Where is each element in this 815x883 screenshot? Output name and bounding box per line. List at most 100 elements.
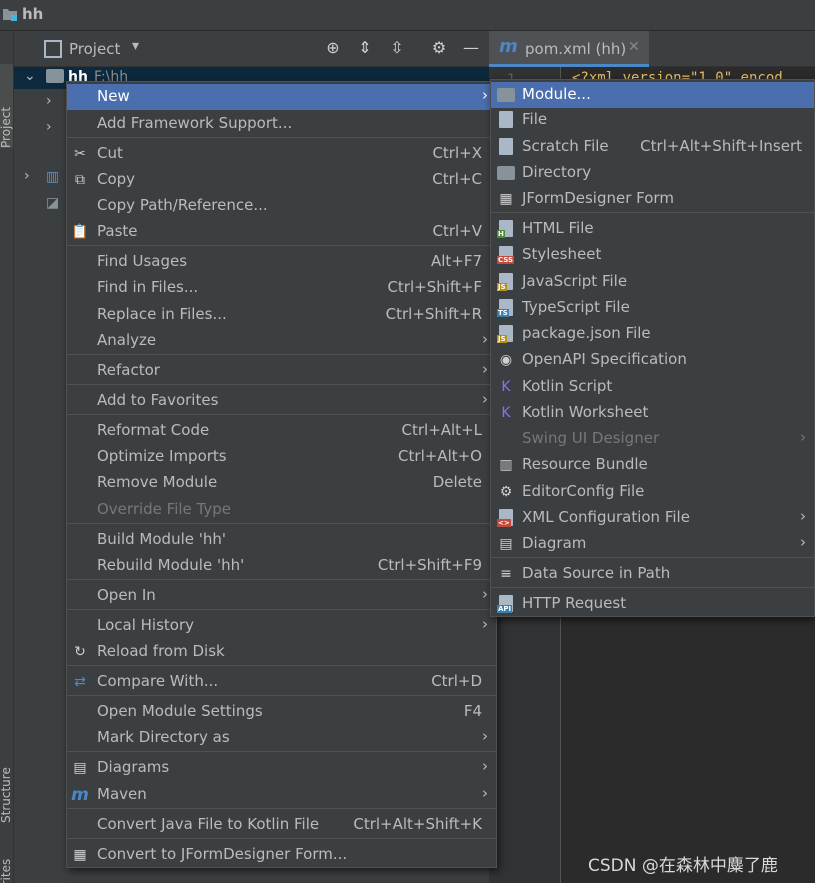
menu-item-compare-with[interactable]: ⇄ Compare With... Ctrl+D: [67, 669, 496, 695]
chevron-right-icon[interactable]: ›: [24, 168, 30, 184]
menu-item-refactor[interactable]: Refactor ›: [67, 358, 496, 384]
chevron-down-icon[interactable]: ▾: [132, 38, 139, 54]
chevron-right-icon: ›: [800, 533, 806, 551]
resource-bundle-icon: ▥: [499, 457, 513, 473]
submenu-item-xml-configuration-file[interactable]: <> XML Configuration File ›: [491, 505, 814, 531]
menu-item-label: Module...: [522, 85, 591, 103]
hide-panel-icon[interactable]: —: [460, 37, 482, 59]
menu-item-label: Build Module 'hh': [97, 530, 226, 548]
menu-item-remove-module[interactable]: Remove Module Delete: [67, 470, 496, 496]
collapse-all-icon[interactable]: ⇳: [386, 37, 408, 59]
menu-item-convert-to-jformdesigner-form[interactable]: ▦ Convert to JFormDesigner Form...: [67, 842, 496, 868]
submenu-item-diagram[interactable]: ▤ Diagram ›: [491, 531, 814, 557]
submenu-item-swing-ui-designer[interactable]: Swing UI Designer ›: [491, 426, 814, 452]
menu-item-find-usages[interactable]: Find Usages Alt+F7: [67, 249, 496, 275]
menu-item-copy-path-reference[interactable]: Copy Path/Reference...: [67, 193, 496, 219]
scratch-file-icon: [497, 138, 515, 156]
tab-pom-xml[interactable]: m pom.xml (hh) ✕: [489, 31, 649, 67]
menu-separator: [67, 384, 496, 385]
menu-item-shortcut: Ctrl+Shift+R: [385, 305, 482, 323]
submenu-item-editorconfig-file[interactable]: ⚙ EditorConfig File: [491, 479, 814, 505]
menu-item-optimize-imports[interactable]: Optimize Imports Ctrl+Alt+O: [67, 444, 496, 470]
chevron-down-icon[interactable]: ⌄: [24, 68, 36, 84]
menu-item-paste[interactable]: 📋 Paste Ctrl+V: [67, 219, 496, 245]
menu-item-label: Replace in Files...: [97, 305, 227, 323]
menu-separator: [67, 354, 496, 355]
submenu-item-jformdesigner-form[interactable]: ▦ JFormDesigner Form: [491, 186, 814, 212]
menu-item-label: Paste: [97, 222, 138, 240]
locate-icon[interactable]: ⊕: [322, 37, 344, 59]
menu-item-build-module-hh[interactable]: Build Module 'hh': [67, 527, 496, 553]
submenu-item-kotlin-worksheet[interactable]: K Kotlin Worksheet: [491, 400, 814, 426]
menu-item-mark-directory-as[interactable]: Mark Directory as ›: [67, 725, 496, 751]
menu-item-open-module-settings[interactable]: Open Module Settings F4: [67, 699, 496, 725]
context-menu: New › Add Framework Support... ✂ Cut Ctrl+X ⧉ C…: [66, 81, 497, 868]
menu-item-replace-in-files[interactable]: Replace in Files... Ctrl+Shift+R: [67, 302, 496, 328]
menu-item-label: Diagrams: [97, 758, 170, 776]
menu-item-convert-java-file-to-kotlin-file[interactable]: Convert Java File to Kotlin File Ctrl+Alt…: [67, 812, 496, 838]
chevron-right-icon[interactable]: ›: [46, 93, 52, 109]
submenu-item-module[interactable]: Module...: [491, 82, 814, 108]
menu-item-label: Convert to JFormDesigner Form...: [97, 845, 348, 863]
menu-item-shortcut: Delete: [432, 473, 482, 491]
submenu-item-file[interactable]: File: [491, 107, 814, 133]
gear-icon[interactable]: ⚙: [428, 37, 450, 59]
menu-item-label: Directory: [522, 163, 592, 181]
module-folder-icon: [497, 86, 515, 104]
menu-separator: [67, 414, 496, 415]
menu-separator: [67, 579, 496, 580]
menu-separator: [491, 587, 814, 588]
menu-item-rebuild-module-hh[interactable]: Rebuild Module 'hh' Ctrl+Shift+F9: [67, 553, 496, 579]
menu-item-cut[interactable]: ✂ Cut Ctrl+X: [67, 141, 496, 167]
submenu-item-typescript-file[interactable]: TS TypeScript File: [491, 295, 814, 321]
scratches-icon: ◪: [46, 195, 60, 211]
submenu-item-stylesheet[interactable]: CSS Stylesheet: [491, 242, 814, 268]
menu-item-label: OpenAPI Specification: [522, 350, 687, 368]
menu-item-add-to-favorites[interactable]: Add to Favorites ›: [67, 388, 496, 414]
file-type-badge: API: [497, 605, 513, 613]
menu-separator: [67, 838, 496, 839]
menu-item-copy[interactable]: ⧉ Copy Ctrl+C: [67, 167, 496, 193]
menu-item-reformat-code[interactable]: Reformat Code Ctrl+Alt+L: [67, 418, 496, 444]
menu-item-add-framework-support[interactable]: Add Framework Support...: [67, 111, 496, 137]
menu-item-new[interactable]: New ›: [67, 84, 496, 110]
structure-side-tab[interactable]: Structure: [0, 731, 13, 823]
file-type-badge: JS: [497, 283, 507, 291]
menu-item-label: Kotlin Script: [522, 377, 613, 395]
menu-item-reload-from-disk[interactable]: ↻ Reload from Disk: [67, 639, 496, 665]
menu-separator: [67, 523, 496, 524]
submenu-item-package-json-file[interactable]: JS package.json File: [491, 321, 814, 347]
menu-item-label: Diagram: [522, 534, 587, 552]
chevron-right-icon[interactable]: ›: [46, 119, 52, 135]
submenu-item-openapi-specification[interactable]: ◉ OpenAPI Specification: [491, 347, 814, 373]
html-file-icon: H: [497, 220, 515, 238]
menu-item-shortcut: Ctrl+Alt+Shift+Insert: [640, 137, 802, 155]
xml-file-icon: <>: [497, 509, 515, 527]
menu-item-open-in[interactable]: Open In ›: [67, 583, 496, 609]
jformdesigner-icon: ▦: [499, 191, 513, 207]
menu-item-find-in-files[interactable]: Find in Files... Ctrl+Shift+F: [67, 275, 496, 301]
menu-item-analyze[interactable]: Analyze ›: [67, 328, 496, 354]
submenu-item-javascript-file[interactable]: JS JavaScript File: [491, 269, 814, 295]
project-panel-title[interactable]: Project: [69, 40, 120, 58]
favorites-side-tab[interactable]: Favorites: [0, 853, 13, 883]
submenu-item-http-request[interactable]: API HTTP Request: [491, 591, 814, 617]
menu-item-shortcut: Ctrl+Alt+Shift+K: [353, 815, 482, 833]
close-icon[interactable]: ✕: [628, 39, 640, 55]
project-side-tab[interactable]: Project: [0, 64, 13, 148]
menu-item-local-history[interactable]: Local History ›: [67, 613, 496, 639]
menu-item-label: Maven: [97, 785, 147, 803]
submenu-item-resource-bundle[interactable]: ▥ Resource Bundle: [491, 452, 814, 478]
file-icon: [497, 111, 515, 129]
submenu-item-html-file[interactable]: H HTML File: [491, 216, 814, 242]
submenu-item-kotlin-script[interactable]: K Kotlin Script: [491, 374, 814, 400]
menu-item-override-file-type[interactable]: Override File Type: [67, 497, 496, 523]
menu-item-label: Cut: [97, 144, 123, 162]
expand-all-icon[interactable]: ⇕: [354, 37, 376, 59]
menu-item-label: Compare With...: [97, 672, 219, 690]
menu-item-diagrams[interactable]: ▤ Diagrams ›: [67, 755, 496, 781]
menu-item-maven[interactable]: m Maven ›: [67, 782, 496, 808]
submenu-item-data-source-in-path[interactable]: ≡ Data Source in Path: [491, 561, 814, 587]
submenu-item-directory[interactable]: Directory: [491, 160, 814, 186]
submenu-item-scratch-file[interactable]: Scratch File Ctrl+Alt+Shift+Insert: [491, 134, 814, 160]
